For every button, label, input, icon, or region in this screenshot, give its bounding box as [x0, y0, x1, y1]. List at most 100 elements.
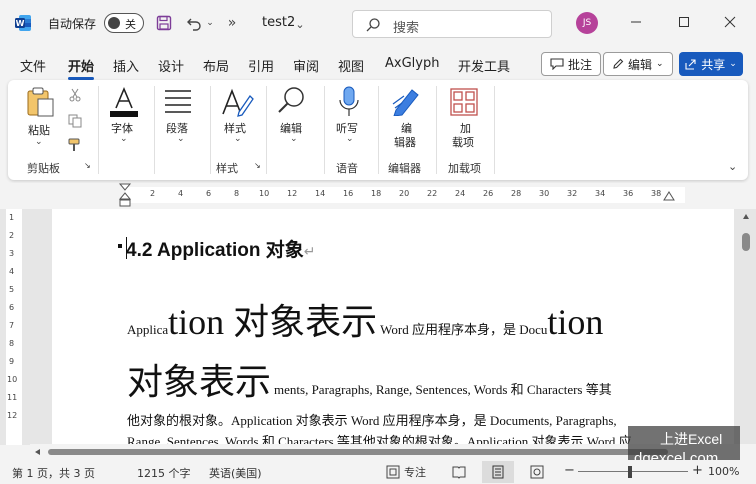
- styles-chevron-icon[interactable]: ⌄: [234, 134, 242, 144]
- comment-label: 批注: [568, 57, 593, 72]
- tab-design[interactable]: 设计: [158, 56, 184, 75]
- right-indent-marker-icon[interactable]: [662, 190, 676, 202]
- search-input[interactable]: 搜索: [352, 10, 552, 38]
- close-icon[interactable]: [722, 14, 738, 30]
- body-line-4[interactable]: Range, Sentences, Words 和 Characters 等其他…: [127, 431, 632, 445]
- body-text: Applica: [127, 322, 169, 337]
- ribbon-divider: [436, 86, 437, 174]
- ruler-number: 30: [539, 189, 550, 198]
- save-icon[interactable]: [154, 12, 174, 34]
- tab-references[interactable]: 引用: [248, 56, 274, 75]
- scroll-left-icon[interactable]: [34, 448, 42, 456]
- avatar[interactable]: JS: [576, 12, 598, 34]
- document-page[interactable]: 4.2 Application 对象↵ Application 对象表示 Wor…: [52, 209, 734, 445]
- zoom-slider-thumb[interactable]: [628, 466, 632, 478]
- editing-mode-button[interactable]: 编辑 ⌄: [603, 52, 673, 76]
- format-painter-icon[interactable]: [68, 138, 82, 155]
- ribbon-divider: [154, 86, 155, 174]
- vertical-scroll-thumb[interactable]: [742, 233, 750, 251]
- paste-label: 粘贴: [28, 124, 50, 137]
- tab-insert[interactable]: 插入: [113, 56, 139, 75]
- search-placeholder: 搜索: [393, 21, 420, 36]
- ruler-number: 14: [315, 189, 326, 198]
- heading-text: 4.2 Application 对象: [126, 240, 304, 261]
- document-title[interactable]: test2: [262, 15, 295, 30]
- copy-icon[interactable]: [68, 114, 82, 131]
- tab-file[interactable]: 文件: [20, 56, 46, 75]
- vruler-number: 3: [9, 249, 15, 258]
- body-line-3[interactable]: 他对象的根对象。Application 对象表示 Word 应用程序本身，是 D…: [127, 410, 617, 429]
- indent-marker-icon[interactable]: [118, 183, 132, 209]
- comment-button[interactable]: 批注: [541, 52, 602, 76]
- focus-label: 专注: [404, 466, 426, 479]
- search-icon: [366, 18, 380, 32]
- dictate-button[interactable]: [338, 86, 360, 121]
- read-mode-icon[interactable]: [452, 465, 466, 479]
- language-indicator[interactable]: 英语(美国): [209, 465, 262, 481]
- tab-axglyph[interactable]: AxGlyph: [385, 56, 439, 71]
- ruler-number: 18: [371, 189, 382, 198]
- zoom-out-icon[interactable]: −: [564, 463, 575, 478]
- paste-button[interactable]: [26, 86, 56, 121]
- page-count[interactable]: 第 1 页，共 3 页: [12, 465, 95, 481]
- vertical-scrollbar[interactable]: [740, 209, 752, 445]
- word-count[interactable]: 1215 个字: [137, 465, 191, 481]
- editor-group-label: 编辑器: [388, 162, 421, 175]
- horizontal-scroll-thumb[interactable]: [48, 449, 668, 455]
- zoom-in-icon[interactable]: +: [692, 463, 703, 478]
- zoom-slider[interactable]: [578, 471, 688, 472]
- print-layout-button[interactable]: [482, 461, 514, 483]
- editor-button[interactable]: [390, 86, 422, 119]
- addins-group-label: 加载项: [448, 162, 481, 175]
- ribbon-divider: [210, 86, 211, 174]
- ruler-number: 12: [287, 189, 298, 198]
- clipboard-launcher-icon[interactable]: ↘: [84, 161, 91, 170]
- focus-button[interactable]: 专注: [386, 464, 426, 480]
- font-button[interactable]: [108, 86, 140, 121]
- autosave-toggle[interactable]: 关: [104, 13, 144, 33]
- undo-dropdown-icon[interactable]: ⌄: [204, 12, 216, 34]
- editing-mode-label: 编辑: [628, 57, 653, 72]
- paste-chevron-icon[interactable]: ⌄: [35, 137, 43, 147]
- editing-chevron-icon[interactable]: ⌄: [290, 134, 298, 144]
- vruler-number: 7: [9, 321, 15, 330]
- addins-button[interactable]: [450, 88, 478, 119]
- ruler-number: 36: [623, 189, 634, 198]
- paragraph-button[interactable]: [163, 88, 193, 117]
- scroll-up-icon[interactable]: [742, 213, 750, 221]
- ribbon-collapse-icon[interactable]: ⌄: [728, 160, 737, 173]
- font-chevron-icon[interactable]: ⌄: [120, 134, 128, 144]
- styles-launcher-icon[interactable]: ↘: [254, 161, 261, 170]
- dictate-chevron-icon[interactable]: ⌄: [346, 134, 354, 144]
- document-heading[interactable]: 4.2 Application 对象↵: [126, 235, 315, 262]
- styles-button[interactable]: [220, 86, 254, 121]
- zoom-level[interactable]: 100%: [708, 465, 739, 478]
- editing-button[interactable]: [276, 86, 306, 119]
- vruler-number: 2: [9, 231, 15, 240]
- share-button[interactable]: 共享 ⌄: [679, 52, 743, 76]
- ruler-number: 32: [567, 189, 578, 198]
- chevron-down-icon: ⌄: [656, 59, 664, 69]
- tab-layout[interactable]: 布局: [203, 56, 229, 75]
- more-commands-icon[interactable]: »: [224, 12, 240, 34]
- vruler-number: 1: [9, 213, 15, 222]
- tab-home[interactable]: 开始: [68, 56, 95, 80]
- paste-icon: [27, 87, 54, 117]
- title-dropdown-icon[interactable]: ⌄: [294, 13, 306, 35]
- ribbon-divider: [98, 86, 99, 174]
- web-layout-icon[interactable]: [530, 465, 544, 479]
- minimize-icon[interactable]: [628, 14, 644, 30]
- undo-icon[interactable]: [184, 12, 204, 34]
- font-icon: [110, 86, 138, 117]
- body-line-2[interactable]: 对象表示 ments, Paragraphs, Range, Sentences…: [127, 353, 612, 405]
- autosave-state: 关: [125, 18, 136, 31]
- body-line-1[interactable]: Application 对象表示 Word 应用程序本身，是 Docution: [127, 293, 603, 345]
- cut-icon[interactable]: [68, 88, 82, 105]
- tab-view[interactable]: 视图: [338, 56, 364, 75]
- tab-developer[interactable]: 开发工具: [458, 56, 510, 75]
- comment-icon: [550, 58, 564, 70]
- tab-review[interactable]: 审阅: [293, 56, 319, 75]
- maximize-icon[interactable]: [676, 14, 692, 30]
- share-label: 共享: [701, 57, 726, 72]
- paragraph-chevron-icon[interactable]: ⌄: [177, 134, 185, 144]
